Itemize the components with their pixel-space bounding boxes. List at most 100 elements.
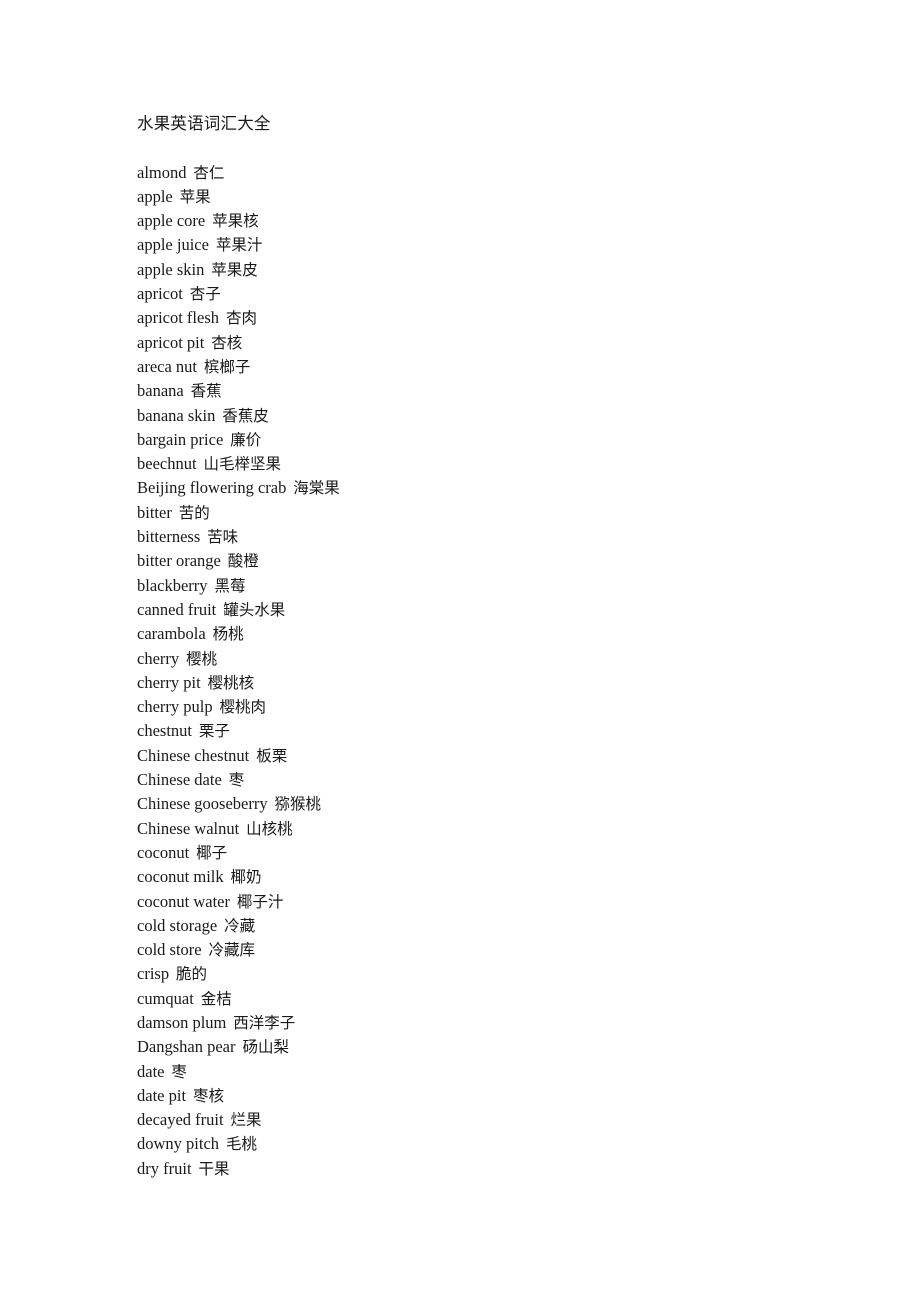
vocab-gloss: 苦的 (173, 503, 210, 522)
vocab-gloss: 山核桃 (241, 819, 293, 838)
vocab-gloss: 椰子 (191, 843, 228, 862)
vocab-gloss: 槟榔子 (199, 357, 251, 376)
list-item: dry fruit 干果 (137, 1157, 837, 1181)
list-item: cherry 樱桃 (137, 647, 837, 671)
list-item: apricot pit 杏核 (137, 331, 837, 355)
vocab-gloss: 冷藏库 (203, 941, 256, 960)
vocab-term: apple skin (137, 259, 205, 279)
vocab-gloss: 杏肉 (221, 309, 257, 328)
vocab-term: coconut water (137, 891, 230, 911)
vocab-gloss: 苹果汁 (210, 236, 263, 255)
vocabulary-list: almond 杏仁 apple 苹果 apple core 苹果核 apple jui… (137, 161, 837, 1181)
list-item: beechnut 山毛榉坚果 (137, 452, 837, 476)
list-item: Chinese chestnut 板栗 (137, 744, 837, 768)
vocab-gloss: 苹果 (174, 187, 211, 206)
list-item: bitter orange 酸橙 (137, 549, 837, 573)
vocab-gloss: 樱桃肉 (214, 698, 267, 717)
vocab-term: bitter (137, 502, 172, 522)
list-item: cumquat 金桔 (137, 987, 837, 1011)
page-title: 水果英语词汇大全 (137, 114, 271, 133)
list-item: date pit 枣核 (137, 1084, 837, 1108)
vocab-term: bargain price (137, 429, 224, 449)
vocab-gloss: 杏子 (184, 285, 221, 304)
list-item: cherry pit 樱桃核 (137, 671, 837, 695)
list-item: crisp 脆的 (137, 962, 837, 986)
vocab-gloss: 杏仁 (188, 163, 225, 182)
list-item: coconut water 椰子汁 (137, 890, 837, 914)
vocab-term: beechnut (137, 454, 197, 474)
list-item: apple juice 苹果汁 (137, 233, 837, 257)
vocab-term: date pit (137, 1085, 187, 1105)
vocab-term: decayed fruit (137, 1110, 224, 1130)
list-item: coconut milk 椰奶 (137, 865, 837, 889)
list-item: decayed fruit 烂果 (137, 1108, 837, 1132)
vocab-term: Dangshan pear (137, 1037, 236, 1057)
list-item: areca nut 槟榔子 (137, 355, 837, 379)
list-item: bitter 苦的 (137, 501, 837, 525)
vocab-term: areca nut (137, 356, 197, 376)
vocab-term: cumquat (137, 988, 194, 1008)
vocab-gloss: 西洋李子 (228, 1013, 296, 1032)
list-item: apple 苹果 (137, 185, 837, 209)
vocab-term: apricot (137, 284, 183, 304)
vocab-term: Chinese chestnut (137, 745, 250, 765)
vocab-gloss: 枣核 (188, 1086, 224, 1105)
vocab-gloss: 罐头水果 (218, 600, 286, 619)
list-item: apricot flesh 杏肉 (137, 306, 837, 330)
vocab-term: cold store (137, 940, 202, 960)
vocab-term: cherry pulp (137, 697, 213, 717)
vocab-term: apricot flesh (137, 308, 220, 328)
vocab-gloss: 椰奶 (225, 868, 262, 887)
list-item: canned fruit 罐头水果 (137, 598, 837, 622)
list-item: almond 杏仁 (137, 161, 837, 185)
vocab-gloss: 干果 (193, 1159, 230, 1178)
vocab-gloss: 砀山梨 (237, 1038, 289, 1057)
list-item: Chinese walnut 山核桃 (137, 817, 837, 841)
vocab-gloss: 樱桃核 (202, 673, 255, 692)
vocab-gloss: 烂果 (225, 1111, 262, 1130)
list-item: apple core 苹果核 (137, 209, 837, 233)
vocab-term: apple juice (137, 235, 209, 255)
list-item: downy pitch 毛桃 (137, 1132, 837, 1156)
vocab-term: cherry pit (137, 672, 201, 692)
vocab-gloss: 椰子汁 (232, 892, 284, 911)
list-item: apricot 杏子 (137, 282, 837, 306)
list-item: Chinese date 枣 (137, 768, 837, 792)
list-item: cold store 冷藏库 (137, 938, 837, 962)
vocab-gloss: 板栗 (251, 746, 288, 765)
vocab-term: cherry (137, 648, 180, 668)
list-item: cold storage 冷藏 (137, 914, 837, 938)
vocab-term: apple (137, 186, 173, 206)
vocab-gloss: 苦味 (202, 528, 239, 547)
list-item: carambola 杨桃 (137, 622, 837, 646)
vocab-term: damson plum (137, 1012, 227, 1032)
list-item: bitterness 苦味 (137, 525, 837, 549)
list-item: coconut 椰子 (137, 841, 837, 865)
vocab-term: canned fruit (137, 599, 217, 619)
list-item: Beijing flowering crab 海棠果 (137, 476, 837, 500)
vocab-gloss: 海棠果 (288, 479, 340, 498)
vocab-term: crisp (137, 964, 170, 984)
vocab-gloss: 廉价 (225, 430, 262, 449)
list-item: Chinese gooseberry 猕猴桃 (137, 792, 837, 816)
title-spacer (137, 136, 837, 160)
vocab-gloss: 酸橙 (222, 552, 259, 571)
vocab-gloss: 枣 (166, 1062, 187, 1081)
vocab-gloss: 苹果核 (207, 212, 259, 231)
vocab-gloss: 毛桃 (221, 1135, 257, 1154)
vocab-term: blackberry (137, 575, 208, 595)
list-item: banana 香蕉 (137, 379, 837, 403)
list-item: cherry pulp 樱桃肉 (137, 695, 837, 719)
list-item: chestnut 栗子 (137, 719, 837, 743)
vocab-gloss: 栗子 (194, 722, 230, 741)
vocab-term: apple core (137, 211, 206, 231)
list-item: blackberry 黑莓 (137, 574, 837, 598)
vocab-gloss: 黑莓 (209, 576, 246, 595)
vocab-term: Chinese walnut (137, 818, 240, 838)
vocab-gloss: 猕猴桃 (269, 795, 322, 814)
vocab-gloss: 山毛榉坚果 (198, 455, 281, 474)
document-body: 水果英语词汇大全 almond 杏仁 apple 苹果 apple core 苹果核… (137, 112, 837, 1181)
vocab-gloss: 樱桃 (181, 649, 218, 668)
vocab-term: cold storage (137, 915, 218, 935)
vocab-gloss: 香蕉皮 (217, 406, 269, 425)
